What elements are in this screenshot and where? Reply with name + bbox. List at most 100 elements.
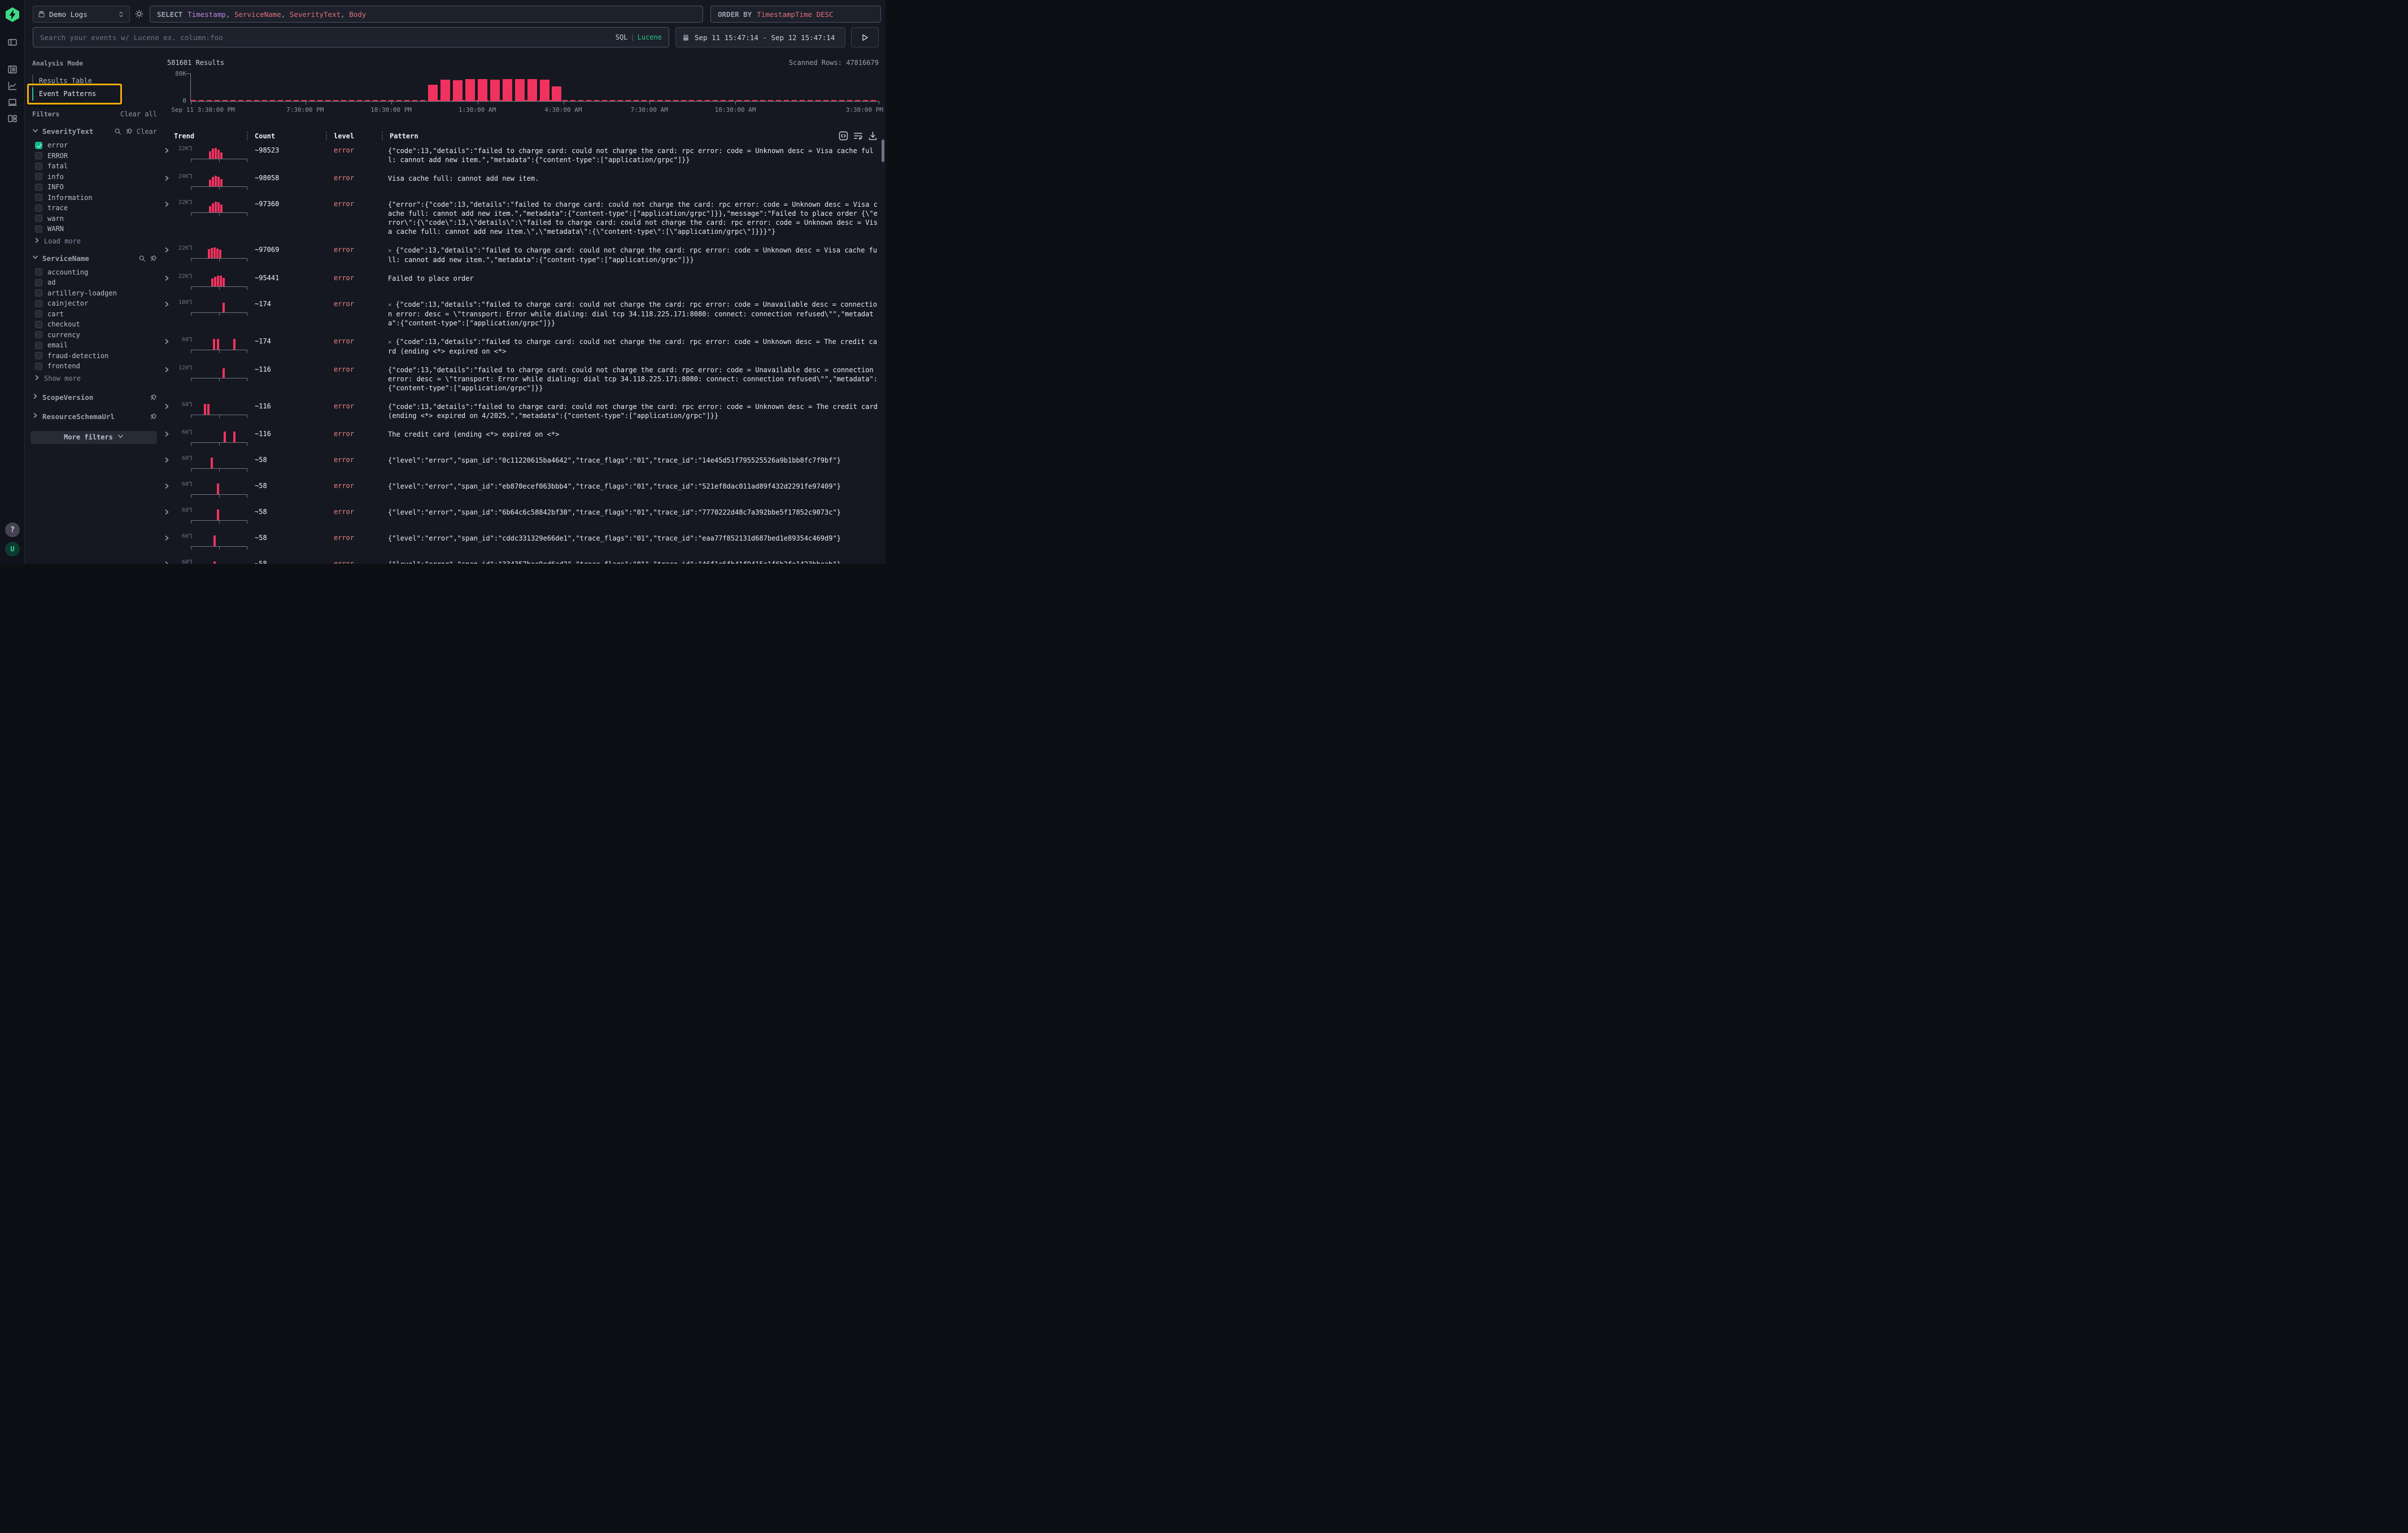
filter-option-warn[interactable]: WARN xyxy=(32,224,157,234)
filter-option-email[interactable]: email xyxy=(32,340,157,351)
more-filters-button[interactable]: More filters xyxy=(30,431,157,444)
filter-group-header[interactable]: ResourceSchemaUrl xyxy=(32,412,157,421)
filter-option-fraud-detection[interactable]: fraud-detection xyxy=(32,351,157,362)
filter-group-header[interactable]: SeverityTextClear xyxy=(32,127,157,136)
table-row[interactable]: 22K~98523error{"code":13,"details":"fail… xyxy=(164,142,881,169)
table-row[interactable]: 60~58error{"level":"error","span_id":"0c… xyxy=(164,451,881,477)
filter-option-accounting[interactable]: accounting xyxy=(32,267,157,278)
checkbox[interactable] xyxy=(35,300,42,307)
source-settings-gear-icon[interactable] xyxy=(134,9,144,19)
row-expand-chevron-icon[interactable] xyxy=(164,559,174,564)
filter-group-header[interactable]: ScopeVersion xyxy=(32,393,157,402)
pin-icon[interactable] xyxy=(150,394,157,401)
run-query-button[interactable] xyxy=(851,27,879,47)
table-row[interactable]: 60~58error{"level":"error","span_id":"33… xyxy=(164,555,881,564)
filter-group-header[interactable]: ServiceName xyxy=(32,254,157,263)
table-row[interactable]: 22K~97360error{"error":{"code":13,"detai… xyxy=(164,195,881,241)
row-expand-chevron-icon[interactable] xyxy=(164,364,174,373)
chart-explorer-icon[interactable] xyxy=(7,81,18,91)
row-expand-chevron-icon[interactable] xyxy=(164,401,174,410)
checkbox[interactable] xyxy=(35,342,42,349)
row-expand-chevron-icon[interactable] xyxy=(164,507,174,515)
filter-option-info[interactable]: INFO xyxy=(32,182,157,193)
row-expand-chevron-icon[interactable] xyxy=(164,145,174,154)
histogram-plot[interactable] xyxy=(190,73,879,102)
pin-icon[interactable] xyxy=(125,128,133,135)
source-select[interactable]: Demo Logs xyxy=(33,6,130,23)
time-range-picker[interactable]: Sep 11 15:47:14 - Sep 12 15:47:14 xyxy=(675,27,845,47)
checkbox[interactable] xyxy=(35,289,42,297)
mode-lucene[interactable]: Lucene xyxy=(638,33,662,41)
table-row[interactable]: 60~116error{"code":13,"details":"failed … xyxy=(164,398,881,425)
checkbox[interactable] xyxy=(35,352,42,359)
query-language-toggle[interactable]: SQL|Lucene xyxy=(616,33,662,41)
mode-sql[interactable]: SQL xyxy=(616,33,628,41)
help-button[interactable]: ? xyxy=(5,522,20,537)
checkbox[interactable] xyxy=(35,215,42,222)
filter-option-error[interactable]: ERROR xyxy=(32,151,157,162)
filter-option-currency[interactable]: currency xyxy=(32,330,157,341)
download-icon[interactable] xyxy=(868,131,878,141)
checkbox[interactable] xyxy=(35,194,42,201)
filter-option-cart[interactable]: cart xyxy=(32,309,157,320)
filter-option-warn[interactable]: warn xyxy=(32,214,157,224)
table-row[interactable]: 60~174error×{"code":13,"details":"failed… xyxy=(164,333,881,361)
table-row[interactable]: 24K~98058errorVisa cache full: cannot ad… xyxy=(164,169,881,195)
filter-option-information[interactable]: Information xyxy=(32,193,157,203)
user-avatar[interactable]: U xyxy=(5,542,20,556)
checkbox[interactable] xyxy=(35,321,42,328)
table-row[interactable]: 60~58error{"level":"error","span_id":"6b… xyxy=(164,503,881,529)
checkbox[interactable] xyxy=(35,331,42,338)
dashboards-icon[interactable] xyxy=(7,114,18,124)
row-expand-chevron-icon[interactable] xyxy=(164,336,174,345)
pin-icon[interactable] xyxy=(150,413,157,420)
filter-option-fatal[interactable]: fatal xyxy=(32,161,157,172)
sidebar-toggle-icon[interactable] xyxy=(7,37,18,47)
filter-group-clear-button[interactable]: Clear xyxy=(137,128,157,136)
filter-option-cainjector[interactable]: cainjector xyxy=(32,298,157,309)
table-row[interactable]: 180~174error×{"code":13,"details":"faile… xyxy=(164,295,881,333)
clear-all-filters-button[interactable]: Clear all xyxy=(120,110,157,118)
code-view-icon[interactable] xyxy=(839,131,848,141)
checkbox[interactable] xyxy=(35,225,42,233)
row-expand-chevron-icon[interactable] xyxy=(164,245,174,253)
search-input[interactable] xyxy=(40,33,611,42)
search-icon[interactable] xyxy=(114,128,121,135)
checkbox-checked[interactable] xyxy=(35,142,42,149)
order-by-input[interactable]: ORDER BY TimestampTime DESC xyxy=(710,6,881,23)
filter-option-frontend[interactable]: frontend xyxy=(32,361,157,372)
search-icon[interactable] xyxy=(138,255,146,262)
checkbox[interactable] xyxy=(35,152,42,159)
row-expand-chevron-icon[interactable] xyxy=(164,299,174,307)
row-expand-chevron-icon[interactable] xyxy=(164,173,174,181)
table-row[interactable]: 22K~95441errorFailed to place order xyxy=(164,269,881,295)
checkbox[interactable] xyxy=(35,163,42,170)
row-expand-chevron-icon[interactable] xyxy=(164,199,174,207)
checkbox[interactable] xyxy=(35,184,42,191)
checkbox[interactable] xyxy=(35,204,42,212)
checkbox[interactable] xyxy=(35,310,42,317)
filter-option-error[interactable]: error xyxy=(32,140,157,151)
checkbox[interactable] xyxy=(35,279,42,286)
select-clause-input[interactable]: SELECT Timestamp, ServiceName, SeverityT… xyxy=(150,6,703,23)
filter-option-checkout[interactable]: checkout xyxy=(32,319,157,330)
table-row[interactable]: 60~116errorThe credit card (ending <*> e… xyxy=(164,425,881,451)
checkbox[interactable] xyxy=(35,173,42,180)
wrap-text-icon[interactable] xyxy=(853,131,863,141)
load-more-button[interactable]: Load more xyxy=(34,237,157,245)
table-row[interactable]: 22K~97069error×{"code":13,"details":"fai… xyxy=(164,241,881,269)
row-expand-chevron-icon[interactable] xyxy=(164,533,174,541)
filter-option-trace[interactable]: trace xyxy=(32,203,157,214)
row-expand-chevron-icon[interactable] xyxy=(164,455,174,463)
row-expand-chevron-icon[interactable] xyxy=(164,273,174,281)
load-more-button[interactable]: Show more xyxy=(34,374,157,382)
pin-icon[interactable] xyxy=(150,255,157,262)
table-row[interactable]: 60~58error{"level":"error","span_id":"eb… xyxy=(164,477,881,503)
filter-option-artillery-loadgen[interactable]: artillery-loadgen xyxy=(32,288,157,299)
filter-option-info[interactable]: info xyxy=(32,172,157,182)
row-expand-chevron-icon[interactable] xyxy=(164,481,174,489)
row-expand-chevron-icon[interactable] xyxy=(164,429,174,437)
table-row[interactable]: 120~116error{"code":13,"details":"failed… xyxy=(164,361,881,398)
checkbox[interactable] xyxy=(35,268,42,276)
scrollbar-thumb[interactable] xyxy=(882,140,884,162)
